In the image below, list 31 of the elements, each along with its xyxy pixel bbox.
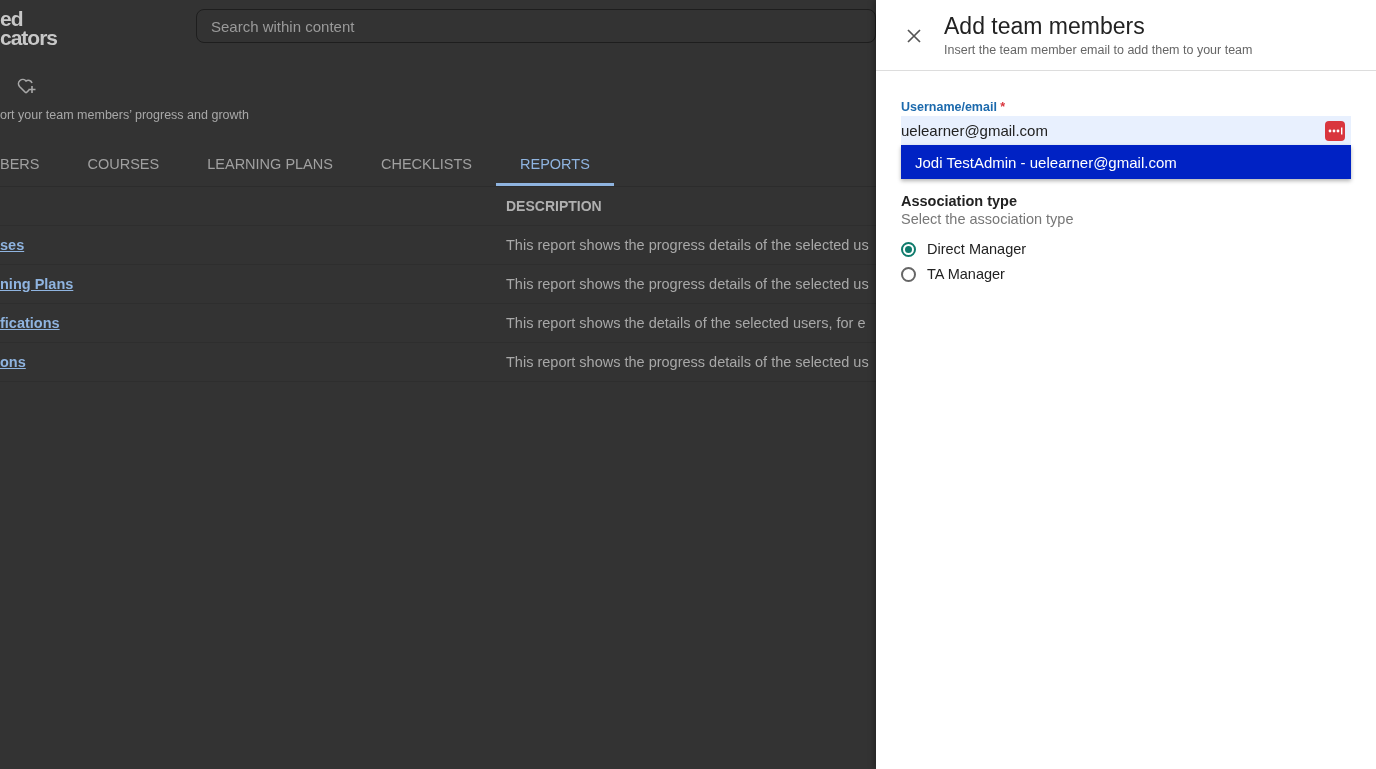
close-icon[interactable] [907,29,921,43]
report-link[interactable]: ning Plans [0,276,74,292]
radio-label: TA Manager [927,266,1005,282]
heart-plus-icon[interactable] [17,77,37,95]
radio-label: Direct Manager [927,241,1027,257]
field-label: Username/email * [901,100,1007,114]
search-field[interactable]: Search within content [196,9,876,43]
table-cell: This report shows the progress details of the selected us [506,276,869,292]
panel-subtitle: Insert the team member email to add them to your team [944,43,1253,57]
password-manager-icon[interactable] [1325,120,1345,141]
tab[interactable]: LEARNING PLANS [183,144,357,186]
report-link[interactable]: fications [0,315,60,331]
section-title: Association type [901,193,1019,209]
panel-title: Add team members [944,13,1146,40]
radio-button[interactable] [901,241,916,257]
page-subtitle: ort your team members’ progress and growth [0,108,250,122]
column-header: DESCRIPTION [506,198,602,214]
report-link[interactable]: ons [0,354,26,370]
report-link[interactable]: ses [0,237,25,253]
table-cell: This report shows the progress details of the selected us [506,237,869,253]
email-field[interactable]: uelearner@gmail.com [901,116,1351,145]
suggestion-option[interactable]: Jodi TestAdmin - uelearner@gmail.com [901,145,1351,179]
section-hint: Select the association type [901,211,1075,227]
logo: ed cators [0,9,59,47]
radio-button[interactable] [901,266,916,282]
tab[interactable]: REPORTS [496,144,614,186]
tab[interactable]: CHECKLISTS [356,144,496,186]
table-cell: This report shows the progress details of the selected us [506,354,869,370]
tab[interactable]: BERS [0,144,64,186]
tab[interactable]: COURSES [63,144,184,186]
table-cell: This report shows the details of the selected users, for e [506,315,866,331]
